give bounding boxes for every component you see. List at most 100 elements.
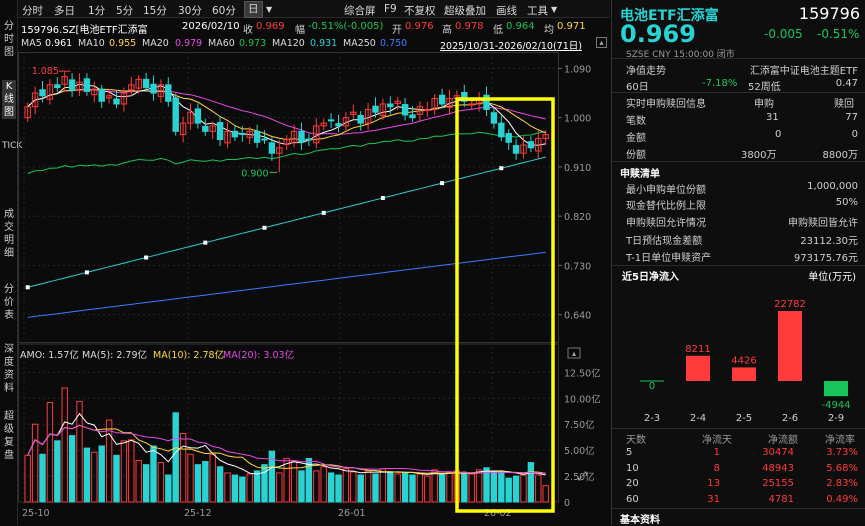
date-tick: 26-01 bbox=[338, 508, 366, 519]
candle-body bbox=[305, 138, 313, 141]
volume-bar bbox=[424, 475, 431, 503]
security-code-name: 159796.SZ[电池ETF汇添富 bbox=[21, 25, 148, 36]
basic-info-label[interactable]: 基本资料 bbox=[620, 511, 660, 526]
svg-text:▴: ▴ bbox=[572, 349, 576, 358]
ma5-label: MA5 bbox=[21, 38, 42, 49]
volume-bar bbox=[61, 387, 68, 503]
volume-bar bbox=[91, 451, 98, 503]
ma-line bbox=[27, 156, 546, 288]
period-toolbar: 分时 多日 1分 5分 15分 30分 60分 日 ▼ 综合屏 F9 不复权 超… bbox=[18, 0, 610, 18]
price-tick: 0.730 bbox=[564, 261, 591, 272]
volume-tick: 7.50亿 bbox=[564, 419, 595, 431]
candle-body bbox=[298, 130, 305, 143]
candle-body bbox=[505, 133, 512, 143]
tab-super-review[interactable]: 超级复盘 bbox=[2, 410, 16, 462]
candle-body bbox=[335, 123, 342, 127]
tab-trade-details[interactable]: 成交明细 bbox=[2, 208, 16, 260]
net-inflow-chart: 0 2-3 8211 2-4 4426 2-5 22782 2-6 -4944 2-9 bbox=[640, 299, 851, 424]
period-day[interactable]: 日 bbox=[244, 1, 263, 18]
volume-bar bbox=[320, 466, 327, 503]
volume-bar bbox=[253, 470, 261, 503]
candle-body bbox=[261, 138, 268, 141]
ft-amount: 48943 bbox=[762, 462, 794, 474]
avg-label: 均 bbox=[544, 25, 554, 36]
draw-line-button[interactable]: 画线 bbox=[496, 3, 517, 18]
f9-button[interactable]: F9 bbox=[384, 3, 397, 15]
ft-rate: 5.68% bbox=[826, 462, 858, 474]
volume-bar bbox=[409, 474, 416, 503]
volume-bar bbox=[490, 470, 498, 503]
ft-amount: 25155 bbox=[762, 478, 794, 489]
tools-button[interactable]: 工具 bbox=[527, 3, 548, 18]
volume-bar bbox=[416, 473, 424, 503]
period-5min[interactable]: 5分 bbox=[116, 3, 133, 18]
candle-body bbox=[253, 130, 261, 143]
period-30min[interactable]: 30分 bbox=[178, 3, 202, 18]
ft-days: 10 bbox=[626, 462, 639, 474]
ma20-value: 0.979 bbox=[175, 38, 203, 49]
tab-tick[interactable]: TICK bbox=[2, 140, 22, 153]
date-range[interactable]: 2025/10/31-2026/02/10(71日) bbox=[440, 38, 582, 52]
tab-kline[interactable]: K线图 bbox=[2, 80, 16, 119]
d60-value: -7.18% bbox=[702, 78, 738, 89]
volume-bar bbox=[135, 460, 142, 503]
ma120-marker bbox=[499, 166, 504, 171]
period-1min[interactable]: 1分 bbox=[88, 3, 105, 18]
ma10-value: 0.955 bbox=[109, 38, 137, 49]
volume-bar bbox=[468, 473, 475, 503]
ma-line bbox=[27, 251, 546, 318]
candle-body bbox=[83, 78, 91, 92]
w52-value: 0.47 bbox=[835, 78, 858, 89]
tab-depth-info[interactable]: 深度资料 bbox=[2, 343, 16, 395]
open-label: 开 bbox=[392, 25, 402, 36]
kline-chart[interactable]: 1.090 1.000 0.910 0.820 0.730 0.640 12.50亿 10.0… bbox=[18, 52, 611, 525]
low-annotation: 0.900 bbox=[241, 168, 268, 179]
period-multiday[interactable]: 多日 bbox=[54, 3, 75, 18]
flow-date: 2-3 bbox=[644, 413, 660, 424]
list-label-2: 申购赎回允许情况 bbox=[626, 218, 706, 229]
nav-value: 汇添富中证电池主题ETF bbox=[749, 66, 858, 77]
tab-price-table[interactable]: 分价表 bbox=[2, 283, 16, 322]
candle-body bbox=[98, 88, 105, 102]
candle-body bbox=[409, 114, 416, 119]
volume-bar bbox=[535, 474, 542, 503]
tools-dropdown[interactable]: ▼ bbox=[551, 5, 557, 14]
amo-value: AMO: 1.57亿 bbox=[20, 350, 79, 361]
super-overlay-button[interactable]: 超级叠加 bbox=[444, 3, 486, 18]
volume-bar bbox=[364, 470, 372, 503]
flow-bar bbox=[686, 355, 710, 381]
volume-bar bbox=[327, 472, 335, 503]
flow-bar bbox=[824, 381, 848, 397]
ft-h0: 天数 bbox=[626, 435, 646, 446]
period-15min[interactable]: 15分 bbox=[143, 3, 167, 18]
flow-value: -4944 bbox=[821, 400, 850, 411]
period-60min[interactable]: 60分 bbox=[212, 3, 236, 18]
close-label: 收 bbox=[243, 25, 253, 36]
open-value: 0.976 bbox=[405, 21, 434, 32]
no-adjust-button[interactable]: 不复权 bbox=[404, 3, 436, 18]
list-title: 申赎清单 bbox=[620, 169, 660, 180]
resize-icon: ▴ bbox=[567, 347, 581, 359]
period-more-dropdown[interactable]: ▼ bbox=[266, 5, 272, 14]
flow-value: 0 bbox=[649, 381, 655, 392]
candle-body bbox=[268, 142, 276, 154]
highlight-box bbox=[455, 97, 555, 513]
period-intraday[interactable]: 分时 bbox=[22, 3, 43, 18]
amo-ma20: MA(20): 3.03亿 bbox=[223, 350, 295, 361]
volume-bar bbox=[187, 453, 194, 503]
composite-screen-button[interactable]: 综合屏 bbox=[344, 3, 376, 18]
high-label: 高 bbox=[442, 25, 452, 36]
volume-bar bbox=[31, 423, 39, 503]
ma60-label: MA60 bbox=[208, 38, 235, 49]
volume-bar bbox=[202, 461, 209, 503]
flow-date: 2-4 bbox=[690, 413, 706, 424]
candle-body bbox=[498, 122, 505, 138]
volume-tick: 12.50亿 bbox=[564, 367, 601, 379]
collapse-icon[interactable]: ▴ bbox=[596, 37, 607, 48]
flow-bar bbox=[778, 311, 802, 381]
volume-bar bbox=[431, 469, 438, 503]
sr-sub-1: 0 bbox=[775, 129, 782, 140]
tab-intraday[interactable]: 分时图 bbox=[2, 20, 16, 59]
list-label-0: 最小申购单位份额 bbox=[626, 185, 706, 196]
fund-code: 159796 bbox=[798, 4, 860, 23]
